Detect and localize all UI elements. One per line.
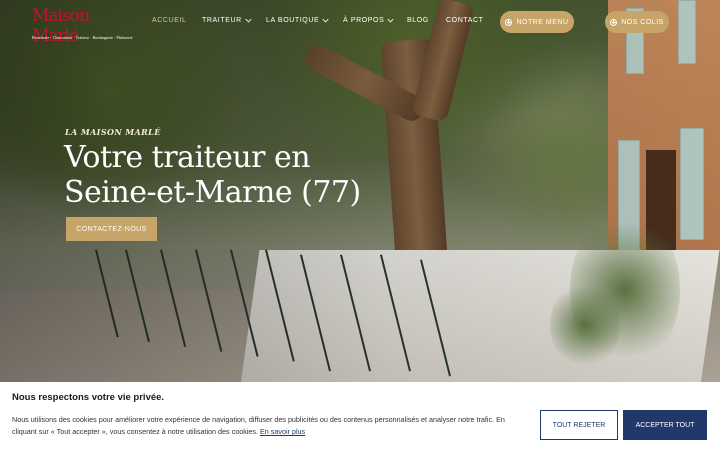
site-logo[interactable]: Maison Marlé Boucherie · Charcuterie · T… (32, 4, 133, 46)
nav-item-label: CONTACT (446, 17, 484, 24)
chevron-down-icon (245, 18, 252, 23)
nav-item-label: À PROPOS (343, 17, 385, 24)
cookie-body-text: Nous utilisons des cookies pour améliore… (12, 415, 505, 436)
nav-item-blog[interactable]: BLOG (407, 17, 429, 24)
nav-item-label: ACCUEIL (152, 17, 187, 24)
nav-item-traiteur[interactable]: TRAITEUR (202, 17, 252, 24)
chevron-down-icon (387, 18, 394, 23)
nos-colis-label: NOS COLIS (621, 18, 664, 26)
nos-colis-button[interactable]: NOS COLIS (605, 11, 669, 33)
cookie-text: Nous utilisons des cookies pour améliore… (12, 414, 512, 438)
plus-circle-icon (610, 18, 618, 26)
logo-wordmark: Maison Marlé (32, 6, 90, 46)
hero-headline-line-1: Votre traiteur en (64, 140, 311, 175)
chevron-down-icon (322, 18, 329, 23)
nav-item-label: TRAITEUR (202, 17, 242, 24)
nav-item-a-propos[interactable]: À PROPOS (343, 17, 394, 24)
cookie-title: Nous respectons votre vie privée. (12, 392, 165, 403)
logo-tagline: Boucherie · Charcuterie · Traiteur · Bou… (32, 35, 133, 40)
accept-all-button[interactable]: ACCEPTER TOUT (623, 410, 707, 440)
notre-menu-button[interactable]: NOTRE MENU (500, 11, 574, 33)
plus-circle-icon (505, 18, 513, 26)
hero-kicker: LA MAISON MARLÉ (65, 127, 161, 137)
nav-item-label: LA BOUTIQUE (266, 17, 320, 24)
nav-item-la-boutique[interactable]: LA BOUTIQUE (266, 17, 329, 24)
nav-item-label: BLOG (407, 17, 429, 24)
learn-more-link[interactable]: En savoir plus (260, 427, 305, 436)
notre-menu-label: NOTRE MENU (516, 18, 569, 26)
nav-item-accueil[interactable]: ACCUEIL (152, 17, 187, 24)
hero-headline-line-2: Seine-et-Marne (77) (64, 175, 361, 210)
contact-us-button[interactable]: CONTACTEZ-NOUS (66, 217, 157, 241)
cookie-banner: Nous respectons votre vie privée. Nous u… (0, 382, 720, 450)
reject-all-button[interactable]: TOUT REJETER (540, 410, 618, 440)
nav-item-contact[interactable]: CONTACT (446, 17, 484, 24)
hero-headline: Votre traiteur en Seine-et-Marne (77) (64, 140, 361, 210)
